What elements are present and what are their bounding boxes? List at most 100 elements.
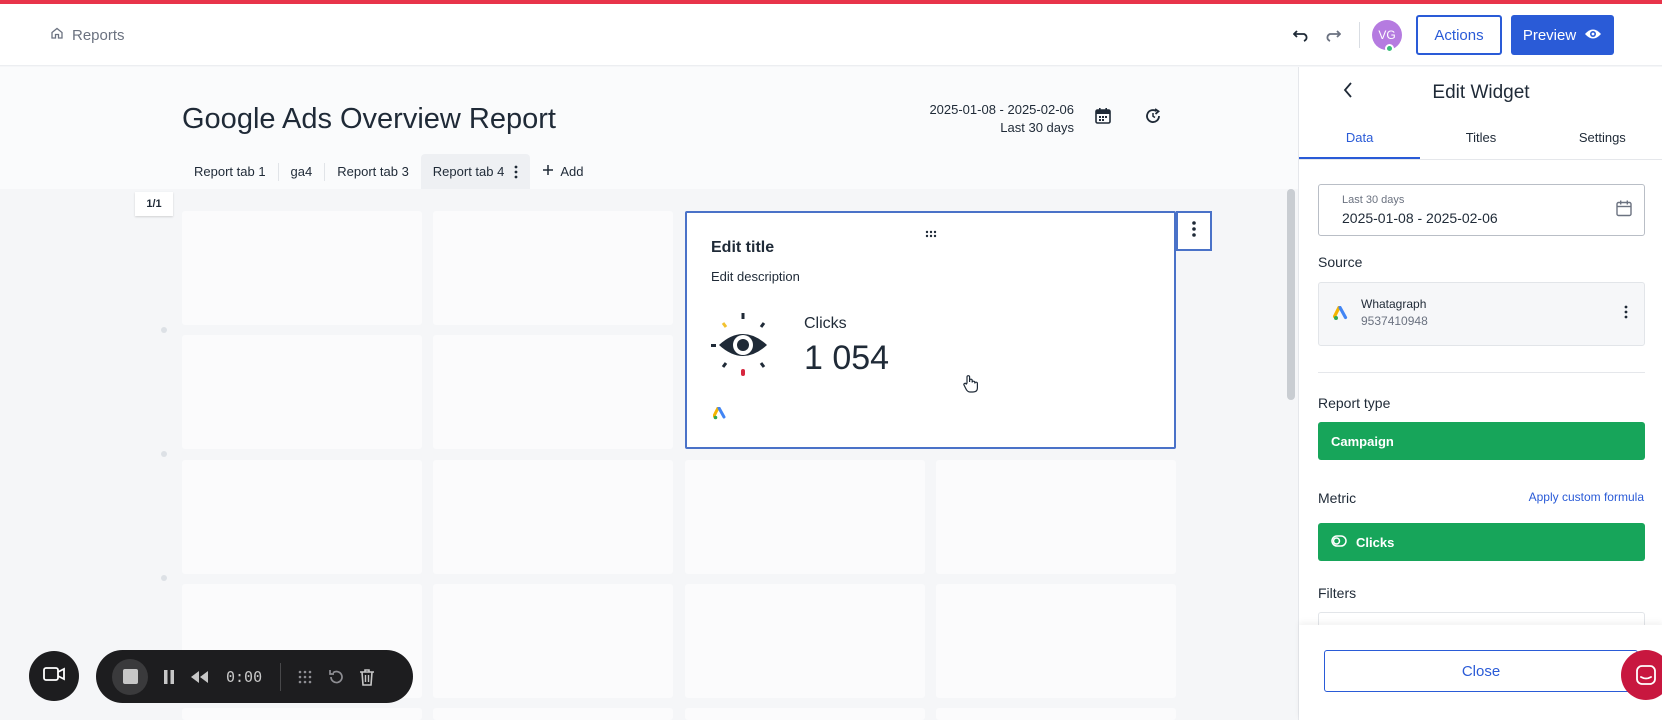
date-field-value: 2025-01-08 - 2025-02-06 — [1342, 210, 1498, 226]
kebab-menu-icon[interactable] — [514, 165, 518, 179]
breadcrumb-reports[interactable]: Reports — [72, 27, 125, 44]
widget-menu-button[interactable] — [1176, 211, 1212, 251]
grid-cell[interactable] — [182, 211, 422, 325]
metric-toggle-icon — [1331, 534, 1347, 550]
online-status-dot — [1385, 44, 1394, 53]
plus-icon — [542, 164, 554, 179]
panel-title: Edit Widget — [1432, 82, 1530, 103]
panel-divider — [1318, 372, 1645, 373]
widget-title[interactable]: Edit title — [711, 239, 774, 257]
grid-cell[interactable] — [936, 708, 1176, 720]
report-header: Google Ads Overview Report 2025-01-08 - … — [0, 67, 1298, 189]
grid-cell[interactable] — [685, 584, 925, 698]
restart-icon[interactable] — [327, 668, 345, 686]
grid-cell[interactable] — [182, 708, 422, 720]
grid-cell[interactable] — [433, 335, 673, 449]
breadcrumb[interactable]: Reports — [50, 26, 125, 44]
widget-metric-label: Clicks — [804, 315, 847, 332]
stop-recording-button[interactable] — [112, 658, 148, 695]
date-range-text: 2025-01-08 - 2025-02-06 — [929, 102, 1074, 117]
home-icon — [50, 26, 64, 44]
camera-toggle-button[interactable] — [29, 651, 79, 701]
grid-cell[interactable] — [433, 584, 673, 698]
metric-value: Clicks — [1356, 534, 1395, 550]
filters-label: Filters — [1318, 585, 1357, 601]
google-ads-icon — [1332, 305, 1349, 326]
rewind-icon[interactable] — [190, 670, 210, 684]
report-type-select[interactable]: Campaign — [1318, 422, 1645, 460]
calendar-icon[interactable] — [1094, 107, 1112, 130]
panel-tabs: Data Titles Settings — [1299, 119, 1662, 160]
recorder-divider — [280, 662, 282, 691]
add-tab-button[interactable]: Add — [542, 164, 583, 179]
drag-handle-icon[interactable] — [925, 225, 937, 243]
selected-widget[interactable]: Edit title Edit description Clicks 1 054 — [685, 211, 1176, 449]
page-indicator: 1/1 — [135, 192, 173, 216]
canvas-scrollbar[interactable] — [1287, 189, 1295, 400]
source-card[interactable]: Whatagraph 9537410948 — [1318, 282, 1645, 346]
grid-cell[interactable] — [433, 460, 673, 574]
grid-cell[interactable] — [685, 460, 925, 574]
source-label: Source — [1318, 254, 1363, 270]
report-date-range[interactable]: 2025-01-08 - 2025-02-06 Last 30 days — [929, 101, 1074, 137]
refresh-icon[interactable] — [1144, 107, 1162, 130]
report-title[interactable]: Google Ads Overview Report — [182, 103, 556, 136]
header-divider — [1359, 22, 1360, 48]
row-marker — [161, 451, 167, 457]
panel-header: Edit Widget — [1299, 67, 1662, 119]
kebab-menu-icon[interactable] — [1624, 305, 1628, 324]
date-field-label: Last 30 days — [1342, 194, 1405, 206]
tab-titles[interactable]: Titles — [1420, 119, 1541, 159]
close-button[interactable]: Close — [1324, 650, 1638, 692]
date-range-field[interactable]: Last 30 days 2025-01-08 - 2025-02-06 — [1318, 184, 1645, 236]
trash-icon[interactable] — [359, 668, 375, 686]
tab-report-4[interactable]: Report tab 4 — [420, 154, 531, 189]
grid-cell[interactable] — [182, 335, 422, 449]
metric-select[interactable]: Clicks — [1318, 523, 1645, 561]
metric-label: Metric — [1318, 490, 1357, 506]
stop-icon — [122, 669, 138, 684]
tab-settings[interactable]: Settings — [1542, 119, 1662, 159]
edit-widget-panel: Edit Widget Data Titles Settings Last 30… — [1298, 67, 1662, 720]
grid-cell[interactable] — [936, 584, 1176, 698]
grid-cell[interactable] — [433, 708, 673, 720]
panel-footer: Close — [1299, 625, 1662, 720]
grid-cell[interactable] — [685, 708, 925, 720]
add-tab-label: Add — [560, 164, 584, 179]
clicks-eye-icon — [711, 313, 771, 384]
source-account-id: 9537410948 — [1361, 314, 1428, 328]
report-tabs: Report tab 1 ga4 Report tab 3 Report tab… — [182, 154, 583, 189]
report-type-value: Campaign — [1331, 433, 1394, 449]
kebab-menu-icon — [1192, 220, 1196, 242]
avatar[interactable]: VG — [1372, 20, 1402, 53]
widget-metric-value: 1 054 — [804, 339, 890, 377]
calendar-icon — [1616, 200, 1632, 222]
widget-description[interactable]: Edit description — [711, 269, 800, 284]
pause-icon[interactable] — [162, 669, 176, 685]
preview-button[interactable]: Preview — [1511, 15, 1614, 55]
actions-button[interactable]: Actions — [1416, 15, 1502, 55]
apply-custom-formula-link[interactable]: Apply custom formula — [1529, 490, 1644, 504]
video-camera-icon — [43, 666, 65, 686]
grid-cell[interactable] — [936, 460, 1176, 574]
grid-dots-icon[interactable] — [297, 669, 313, 685]
preview-label: Preview — [1522, 26, 1577, 44]
tab-report-3[interactable]: Report tab 3 — [325, 154, 421, 189]
undo-icon[interactable] — [1287, 20, 1317, 50]
redo-icon[interactable] — [1317, 20, 1347, 50]
google-ads-icon — [712, 406, 727, 425]
grid-cell[interactable] — [182, 460, 422, 574]
tab-report-1[interactable]: Report tab 1 — [182, 154, 278, 189]
source-name: Whatagraph — [1361, 297, 1427, 311]
app-header: Reports VG Actions Preview — [0, 4, 1662, 66]
date-preset-text: Last 30 days — [1000, 120, 1074, 135]
eye-icon — [1584, 27, 1602, 44]
hand-cursor-icon — [962, 374, 980, 399]
tab-ga4[interactable]: ga4 — [279, 154, 325, 189]
grid-cell[interactable] — [433, 211, 673, 325]
avatar-initials: VG — [1378, 28, 1396, 42]
tab-data[interactable]: Data — [1299, 119, 1421, 159]
row-marker — [161, 327, 167, 333]
recording-timer: 0:00 — [226, 667, 263, 686]
tab-report-4-label: Report tab 4 — [432, 164, 505, 179]
